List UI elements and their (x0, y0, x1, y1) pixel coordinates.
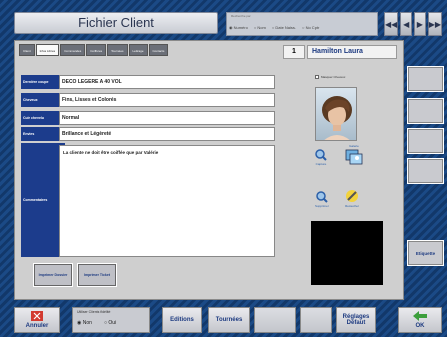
window-title: Fichier Client (14, 12, 218, 34)
tab-lettrage[interactable]: Lettrage (128, 44, 148, 56)
comment-textarea[interactable]: La cliente ne doit être coiffée que par … (59, 145, 275, 257)
search-mode-caption: Recherche par (231, 14, 251, 18)
first-record-button[interactable]: ◀◀ (384, 12, 399, 36)
signature-preview (311, 221, 383, 285)
field-cheveux[interactable]: Fins, Lisses et Colorés (59, 93, 275, 107)
editions-button[interactable]: Editions (162, 307, 202, 333)
prev-record-button[interactable]: ◀ (400, 12, 412, 36)
tab-contacts[interactable]: Contacts (148, 44, 169, 56)
disabled-button-2 (300, 307, 332, 333)
tab-tournees[interactable]: Tournées (107, 44, 128, 56)
ok-label: OK (415, 323, 425, 329)
tournees-button[interactable]: Tournées (208, 307, 250, 333)
tab-commandes[interactable]: Commandes (60, 44, 86, 56)
field-derniere-coupe[interactable]: DECO LEGERE A 40 VOL (59, 75, 275, 89)
fidelite-option-non[interactable]: ◉ Non (77, 320, 92, 326)
retouch-label: Retoucher (345, 204, 359, 208)
side-button-1 (407, 66, 444, 92)
search-option-cptr[interactable]: ○ No Cptr (302, 25, 319, 30)
ok-button[interactable]: OK (398, 307, 442, 333)
search-mode-panel: Recherche par ◉ Numéro ○ Nom ○ Date Nais… (226, 12, 378, 36)
delete-label: Supprimer (315, 204, 329, 208)
disabled-button-1 (254, 307, 296, 333)
print-ticket-button[interactable]: Imprimer Ticket (77, 263, 117, 287)
field-envies[interactable]: Brillance et Légèreté (59, 127, 275, 141)
cancel-icon (31, 311, 43, 321)
record-navigation: ◀◀ ◀ ▶ ▶▶ (384, 12, 442, 36)
gallery-label: Galerie (349, 144, 359, 148)
client-panel: Client Infos Libres Commandes Coiffures … (14, 40, 404, 300)
tab-infos-libres[interactable]: Infos Libres (35, 44, 60, 56)
side-button-2 (407, 98, 444, 124)
cancel-label: Annuler (25, 323, 49, 329)
tab-coiffures[interactable]: Coiffures (86, 44, 107, 56)
client-photo (315, 87, 357, 141)
checkbox-box[interactable] (315, 75, 319, 79)
fidelite-title: Utiliser Clients fidélité (77, 310, 111, 314)
capture-label: Capture (315, 162, 327, 166)
search-mode-options: ◉ Numéro ○ Nom ○ Date Naiss. ○ No Cptr (229, 25, 319, 30)
client-number: 1 (283, 45, 305, 59)
capture-tool[interactable]: Capture (315, 149, 327, 166)
tab-client[interactable]: Client (19, 44, 35, 56)
reglages-button[interactable]: Réglages Défaut (336, 307, 376, 333)
search-option-date[interactable]: ○ Date Naiss. (272, 25, 296, 30)
fidelite-option-oui[interactable]: ○ Oui (104, 320, 116, 326)
retouch-tool[interactable]: Retoucher (345, 189, 359, 208)
print-dossier-button[interactable]: Imprimer Dossier (33, 263, 73, 287)
pencil-icon (346, 190, 358, 202)
arrow-left-icon (413, 311, 427, 321)
checkbox-label: Masquer Cheveux (321, 75, 346, 79)
search-option-numero[interactable]: ◉ Numéro (229, 25, 248, 30)
last-record-button[interactable]: ▶▶ (427, 12, 442, 36)
delete-magnifier-icon (316, 191, 328, 203)
fidelite-panel: Utiliser Clients fidélité ◉ Non ○ Oui (72, 307, 150, 333)
delete-tool[interactable]: Supprimer (315, 191, 329, 208)
client-photo-image (322, 96, 352, 140)
side-button-4 (407, 158, 444, 184)
search-option-nom[interactable]: ○ Nom (254, 25, 266, 30)
hide-hair-checkbox[interactable]: Masquer Cheveux (315, 75, 345, 79)
gallery-icon (345, 149, 363, 165)
side-button-3 (407, 128, 444, 154)
gallery-tool[interactable]: Galerie (345, 144, 363, 165)
magnifier-icon (315, 149, 327, 161)
etiquette-button[interactable]: Etiquette (407, 240, 444, 266)
client-name: Hamilton Laura (307, 45, 397, 59)
next-record-button[interactable]: ▶ (414, 12, 426, 36)
tab-bar: Client Infos Libres Commandes Coiffures … (19, 44, 169, 56)
cancel-button[interactable]: Annuler (14, 307, 60, 333)
fidelite-options: ◉ Non ○ Oui (77, 320, 116, 326)
field-cuir-chevelu[interactable]: Normal (59, 111, 275, 125)
